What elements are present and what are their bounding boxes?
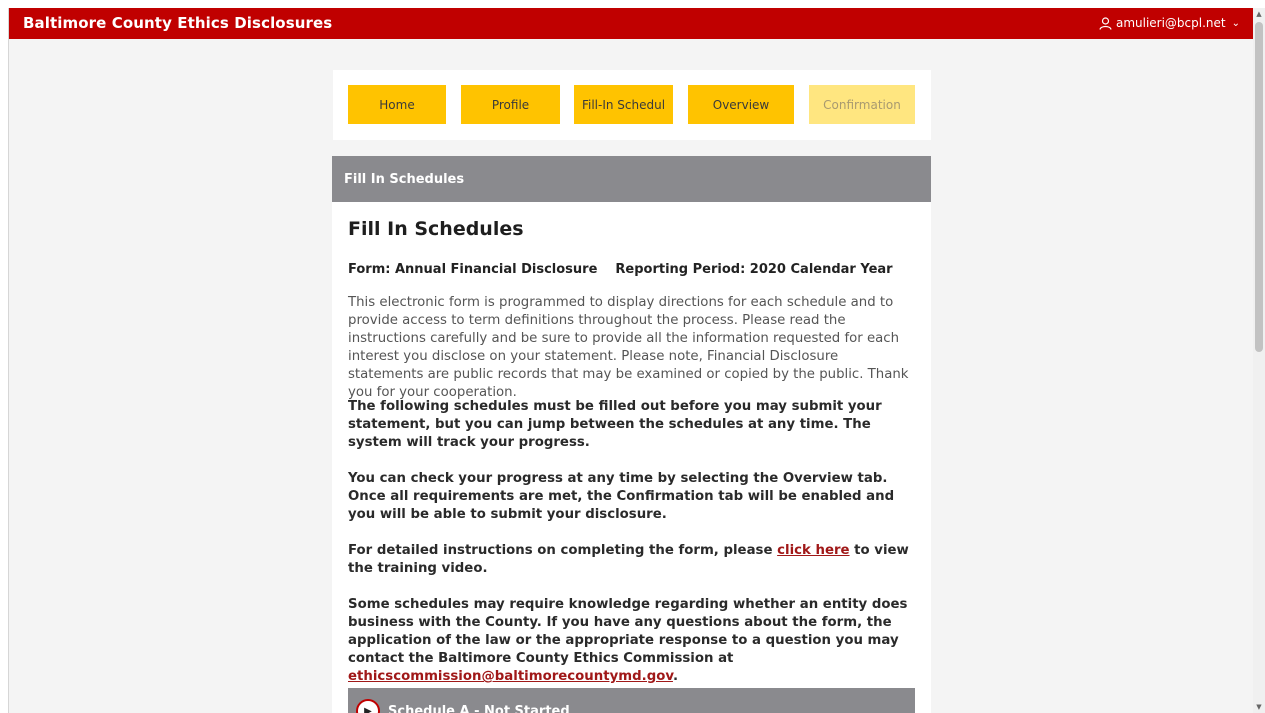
tab-fill-in-schedules[interactable]: Fill-In Schedul: [574, 85, 673, 124]
panel-content: Fill In Schedules Form: Annual Financial…: [348, 218, 916, 684]
chevron-down-icon: ⌄: [1231, 17, 1240, 29]
schedule-a-section[interactable]: ▶ Schedule A - Not Started: [348, 688, 915, 713]
scroll-up-arrow-icon[interactable]: ▲: [1255, 10, 1263, 18]
reporting-period: Reporting Period: 2020 Calendar Year: [615, 262, 893, 277]
user-icon: [1099, 16, 1112, 30]
tab-home[interactable]: Home: [348, 85, 446, 124]
browser-window: Baltimore County Ethics Disclosures amul…: [8, 8, 1253, 713]
user-menu[interactable]: amulieri@bcpl.net ⌄: [1099, 16, 1240, 30]
progress-text: You can check your progress at any time …: [348, 471, 895, 522]
nav-card: Home Profile Fill-In Schedul Overview Co…: [333, 70, 931, 140]
scroll-down-arrow-icon[interactable]: ▼: [1255, 703, 1263, 711]
schedules-required-text: The following schedules must be filled o…: [348, 399, 882, 450]
play-icon: ▶: [356, 699, 380, 713]
app-title[interactable]: Baltimore County Ethics Disclosures: [23, 14, 332, 32]
user-email: amulieri@bcpl.net: [1115, 16, 1226, 30]
contact-text: Some schedules may require knowledge reg…: [348, 597, 908, 684]
tab-confirmation: Confirmation: [809, 85, 915, 124]
form-info: Form: Annual Financial Disclosure Reporti…: [348, 262, 893, 277]
schedule-a-label: Schedule A - Not Started: [388, 704, 570, 713]
intro-text: This electronic form is programmed to di…: [348, 295, 909, 400]
page-scrollbar[interactable]: ▲ ▼: [1253, 8, 1265, 713]
tab-profile[interactable]: Profile: [461, 85, 560, 124]
scrollbar-thumb[interactable]: [1255, 22, 1263, 352]
ethics-email-link[interactable]: ethicscommission@baltimorecountymd.gov: [348, 669, 673, 684]
fill-in-schedules-panel: Fill In Schedules Fill In Schedules Form…: [332, 156, 931, 713]
training-video-link[interactable]: click here: [777, 543, 849, 558]
top-bar: Baltimore County Ethics Disclosures amul…: [9, 8, 1253, 39]
tab-overview[interactable]: Overview: [688, 85, 794, 124]
form-name: Form: Annual Financial Disclosure: [348, 262, 598, 277]
page-title: Fill In Schedules: [348, 218, 524, 240]
panel-header: Fill In Schedules: [332, 156, 931, 202]
training-video-text: For detailed instructions on completing …: [348, 543, 909, 576]
